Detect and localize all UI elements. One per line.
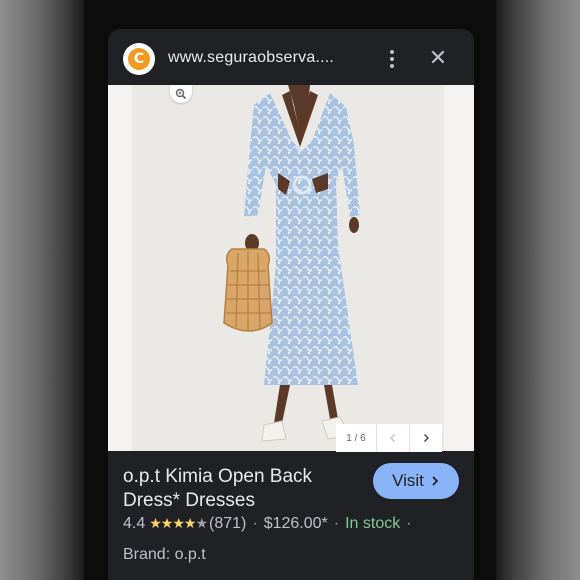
product-preview-card: C www.seguraobserva.... ✕ 1 / 6 o.p.t Ki…	[108, 29, 474, 580]
visit-button-label: Visit	[392, 471, 424, 490]
image-counter: 1 / 6	[346, 432, 366, 444]
separator-dot: ·	[406, 515, 412, 532]
separator-dot: ·	[252, 515, 258, 532]
previous-image-button[interactable]	[376, 424, 409, 452]
rating-value: 4.4	[123, 515, 146, 532]
image-pager: 1 / 6	[336, 424, 442, 452]
next-image-peek[interactable]	[444, 85, 474, 451]
previous-image-peek[interactable]	[108, 85, 132, 451]
separator-dot: ·	[333, 515, 340, 532]
review-count[interactable]: (871)	[209, 515, 246, 533]
product-image[interactable]	[132, 85, 444, 451]
product-image-gallery[interactable]: 1 / 6	[108, 85, 474, 452]
product-title[interactable]: o.p.t Kimia Open Back Dress* Dresses	[123, 465, 363, 513]
preview-header: C www.seguraobserva.... ✕	[108, 29, 474, 85]
stock-status: In stock	[345, 515, 401, 532]
site-favicon-icon: C	[123, 43, 155, 75]
site-url[interactable]: www.seguraobserva....	[168, 49, 388, 67]
dress-photo	[132, 85, 444, 451]
chevron-right-icon	[424, 434, 429, 442]
visit-button[interactable]: Visit	[373, 463, 459, 499]
more-options-icon[interactable]	[380, 47, 404, 71]
chevron-right-icon	[432, 476, 439, 486]
blurred-background-left	[0, 0, 84, 580]
blurred-background-right	[496, 0, 580, 580]
star-rating-icon: ★★★★★	[149, 516, 208, 532]
close-icon[interactable]: ✕	[426, 47, 450, 71]
chevron-left-icon	[390, 434, 395, 442]
next-image-button[interactable]	[409, 424, 442, 452]
brand-label: Brand: o.p.t	[123, 546, 206, 563]
product-meta: 4.4 ★★★★★ (871) · $126.00* · In stock ·	[123, 515, 473, 533]
price: $126.00*	[263, 515, 328, 532]
